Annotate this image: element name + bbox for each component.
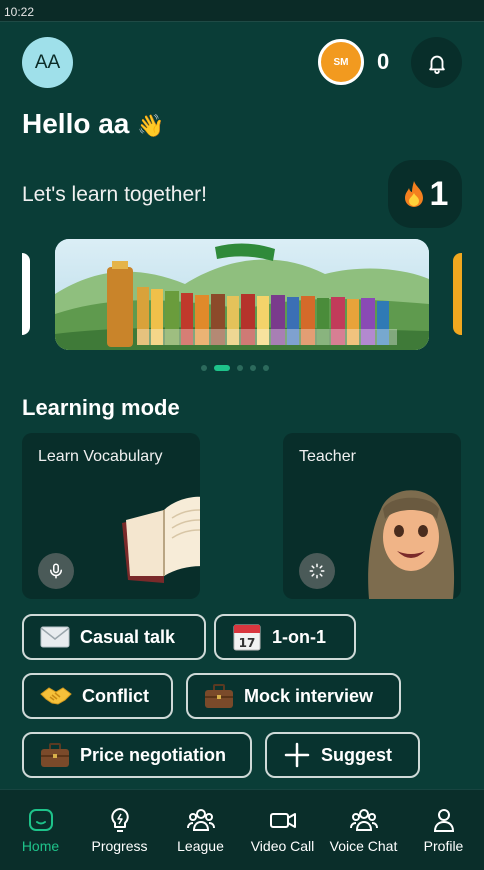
card-mic-button[interactable] bbox=[38, 553, 74, 589]
envelope-icon bbox=[40, 626, 70, 648]
bell-icon bbox=[428, 55, 445, 74]
banner-next-peek[interactable] bbox=[453, 253, 462, 335]
nav-progress-label: Progress bbox=[91, 838, 148, 854]
one-on-one-label: 1-on-1 bbox=[272, 626, 326, 647]
casual-talk-label: Casual talk bbox=[80, 626, 176, 647]
nav-video-call[interactable]: Video Call bbox=[242, 790, 323, 870]
briefcase-icon bbox=[41, 743, 69, 767]
spinner-icon bbox=[309, 563, 325, 579]
microphone-icon bbox=[50, 563, 62, 579]
conflict-label: Conflict bbox=[82, 685, 149, 706]
users-icon bbox=[349, 809, 378, 831]
suggest-label: Suggest bbox=[321, 744, 393, 765]
casual-talk-button[interactable]: Casual talk bbox=[22, 614, 206, 660]
lightbulb-icon bbox=[110, 808, 129, 832]
home-icon bbox=[28, 809, 53, 831]
coin-badge[interactable]: SM bbox=[318, 39, 364, 85]
promo-banner[interactable] bbox=[55, 239, 429, 350]
price-negotiation-label: Price negotiation bbox=[80, 744, 227, 765]
plus-icon bbox=[284, 742, 310, 768]
nav-profile[interactable]: Profile bbox=[403, 790, 484, 870]
fire-icon bbox=[404, 181, 423, 207]
learning-mode-title: Learning mode bbox=[22, 395, 180, 420]
banner-previous-peek[interactable] bbox=[22, 253, 30, 335]
greeting-title: Hello aa 👋 bbox=[22, 108, 165, 140]
price-negotiation-button[interactable]: Price negotiation bbox=[22, 732, 252, 778]
nav-profile-label: Profile bbox=[423, 838, 464, 854]
one-on-one-button[interactable]: 17 1-on-1 bbox=[214, 614, 356, 660]
carousel-dot[interactable] bbox=[250, 365, 256, 371]
person-icon bbox=[433, 809, 454, 832]
conflict-button[interactable]: Conflict bbox=[22, 673, 173, 719]
status-time: 10:22 bbox=[4, 5, 35, 19]
streak-count: 1 bbox=[429, 174, 449, 213]
nav-video-call-label: Video Call bbox=[250, 838, 315, 854]
teacher-label: Teacher bbox=[299, 448, 356, 465]
nav-voice-chat-label: Voice Chat bbox=[329, 838, 398, 854]
carousel-dots bbox=[201, 365, 269, 371]
notifications-button[interactable] bbox=[411, 37, 462, 88]
card-loading-button[interactable] bbox=[299, 553, 335, 589]
greeting-text: Hello aa bbox=[22, 108, 130, 139]
video-icon bbox=[269, 813, 296, 828]
promo-banner-image bbox=[55, 239, 429, 350]
users-icon bbox=[186, 809, 215, 831]
carousel-dot[interactable] bbox=[201, 365, 207, 371]
nav-home-label: Home bbox=[21, 838, 60, 854]
handshake-icon bbox=[40, 687, 72, 705]
coin-badge-label: SM bbox=[333, 56, 349, 68]
avatar[interactable]: AA bbox=[22, 37, 73, 88]
learn-vocabulary-card[interactable]: Learn Vocabulary bbox=[22, 433, 200, 599]
svg-text:17: 17 bbox=[239, 636, 256, 650]
avatar-initials: AA bbox=[34, 51, 61, 73]
nav-league-label: League bbox=[177, 838, 224, 854]
teacher-avatar-image bbox=[368, 490, 455, 599]
nav-league[interactable]: League bbox=[160, 790, 241, 870]
bottom-nav: Home Progress League Video Call Voice Ch… bbox=[0, 789, 484, 870]
teacher-card[interactable]: Teacher bbox=[283, 433, 461, 599]
nav-home[interactable]: Home bbox=[0, 790, 81, 870]
learn-vocabulary-label: Learn Vocabulary bbox=[38, 448, 163, 465]
nav-progress[interactable]: Progress bbox=[79, 790, 160, 870]
nav-voice-chat[interactable]: Voice Chat bbox=[323, 790, 404, 870]
carousel-dot[interactable] bbox=[237, 365, 243, 371]
carousel-dot[interactable] bbox=[263, 365, 269, 371]
mock-interview-label: Mock interview bbox=[244, 685, 374, 706]
book-icon bbox=[122, 496, 200, 583]
greeting-subtitle: Let's learn together! bbox=[22, 183, 207, 206]
calendar-icon: 17 bbox=[233, 624, 261, 651]
carousel-dot-active[interactable] bbox=[214, 365, 230, 371]
suggest-button[interactable]: Suggest bbox=[265, 732, 420, 778]
briefcase-icon bbox=[205, 684, 233, 708]
streak-badge[interactable]: 1 bbox=[388, 160, 462, 228]
wave-emoji: 👋 bbox=[137, 113, 165, 138]
coin-count: 0 bbox=[377, 49, 390, 74]
mock-interview-button[interactable]: Mock interview bbox=[186, 673, 401, 719]
status-bar: 10:22 bbox=[0, 0, 484, 22]
